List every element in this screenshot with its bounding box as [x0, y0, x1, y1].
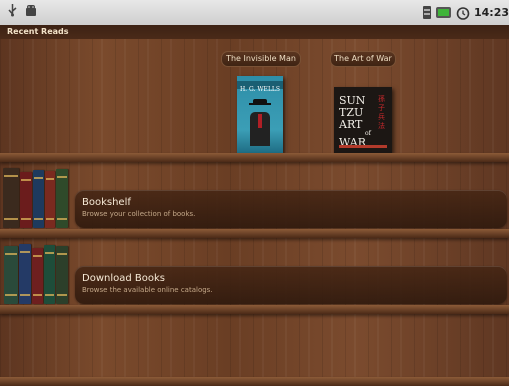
bookshelf-subtitle: Browse your collection of books.	[82, 210, 196, 218]
recent-book-title: The Invisible Man	[221, 51, 301, 67]
android-debug-icon	[26, 5, 36, 16]
book-cover-the-invisible-man[interactable]: H. G. WELLS	[237, 76, 283, 153]
book-spine	[32, 248, 43, 304]
book-spine	[56, 246, 68, 304]
usb-icon	[8, 4, 17, 17]
shelf-ledge	[0, 229, 509, 238]
book-spine	[56, 169, 68, 228]
cover-title-text: SUN TZU ART of WAR	[339, 95, 371, 149]
sd-card-icon	[422, 6, 431, 19]
shelf-ledge	[0, 377, 509, 386]
recent-book-title: The Art of War	[330, 51, 396, 67]
battery-icon	[435, 7, 451, 18]
status-bar: 14:23	[0, 0, 509, 25]
book-spine	[19, 244, 31, 304]
book-spine	[33, 170, 44, 228]
section-header-bar	[0, 25, 509, 39]
alarm-clock-icon	[456, 6, 470, 20]
cover-tie-illustration	[258, 114, 262, 128]
shelf-ledge	[0, 153, 509, 162]
bookshelf-button[interactable]: Bookshelf Browse your collection of book…	[75, 190, 507, 228]
shelf-ledge	[0, 305, 509, 314]
bookshelf-title: Bookshelf	[82, 197, 131, 208]
book-spine	[44, 245, 55, 304]
download-books-button[interactable]: Download Books Browse the available onli…	[75, 266, 507, 304]
book-spine	[20, 172, 32, 228]
clock-time: 14:23	[473, 6, 509, 19]
book-spine	[3, 168, 19, 228]
cover-hat-brim	[249, 103, 271, 105]
cover-author: H. G. WELLS	[239, 86, 281, 93]
download-books-title: Download Books	[82, 273, 165, 284]
section-title: Recent Reads	[7, 27, 69, 36]
book-spine	[45, 171, 55, 228]
cover-footer-stripe	[339, 145, 387, 148]
book-cover-the-art-of-war[interactable]: SUN TZU ART of WAR 孫子兵法	[334, 87, 392, 153]
book-spine	[4, 246, 18, 304]
download-books-subtitle: Browse the available online catalogs.	[82, 286, 213, 294]
cover-red-glyphs: 孫子兵法	[378, 95, 385, 130]
